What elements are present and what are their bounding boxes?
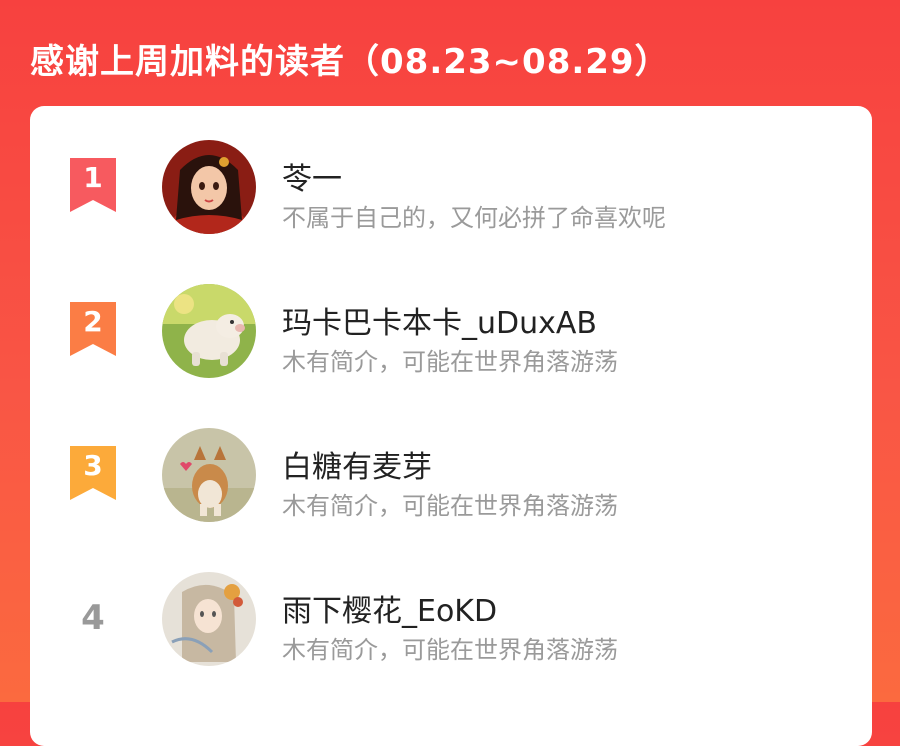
corgi-avatar[interactable] xyxy=(162,428,256,522)
reader-bio: 木有简介，可能在世界角落游荡 xyxy=(282,492,618,520)
reader-bio: 木有简介，可能在世界角落游荡 xyxy=(282,348,618,376)
reader-name[interactable]: 玛卡巴卡本卡_uDuxAB xyxy=(282,298,597,342)
rank-number: 1 xyxy=(83,161,103,194)
reader-bio: 不属于自己的，又何必拼了命喜欢呢 xyxy=(282,204,666,232)
reader-list-card: 1 苓一 不属于自己的，又何必拼了命喜欢呢 2 玛卡巴卡本卡_uDuxAB 木有… xyxy=(30,106,872,746)
anime-girl-avatar[interactable] xyxy=(162,140,256,234)
rank-number: 4 xyxy=(81,598,105,638)
rank-badge-1: 1 xyxy=(68,156,118,216)
reader-bio: 木有简介，可能在世界角落游荡 xyxy=(282,636,618,664)
reader-name[interactable]: 苓一 xyxy=(282,154,342,198)
rank-badge-2: 2 xyxy=(68,300,118,360)
rank-badge-3: 3 xyxy=(68,444,118,504)
toy-pig-avatar[interactable] xyxy=(162,284,256,378)
reader-row[interactable]: 1 苓一 不属于自己的，又何必拼了命喜欢呢 xyxy=(30,136,872,246)
illustrated-girl-avatar[interactable] xyxy=(162,572,256,666)
rank-number: 2 xyxy=(83,305,103,338)
reader-name[interactable]: 雨下樱花_EoKD xyxy=(282,586,497,630)
rank-number: 3 xyxy=(83,449,103,482)
reader-row[interactable]: 3 白糖有麦芽 木有简介，可能在世界角落游荡 xyxy=(30,424,872,534)
reader-row[interactable]: 2 玛卡巴卡本卡_uDuxAB 木有简介，可能在世界角落游荡 xyxy=(30,280,872,390)
page-title: 感谢上周加料的读者（08.23~08.29） xyxy=(30,42,670,82)
reader-row[interactable]: 4 雨下樱花_EoKD 木有简介，可能在世界角落游荡 xyxy=(30,568,872,678)
reader-name[interactable]: 白糖有麦芽 xyxy=(282,442,432,486)
